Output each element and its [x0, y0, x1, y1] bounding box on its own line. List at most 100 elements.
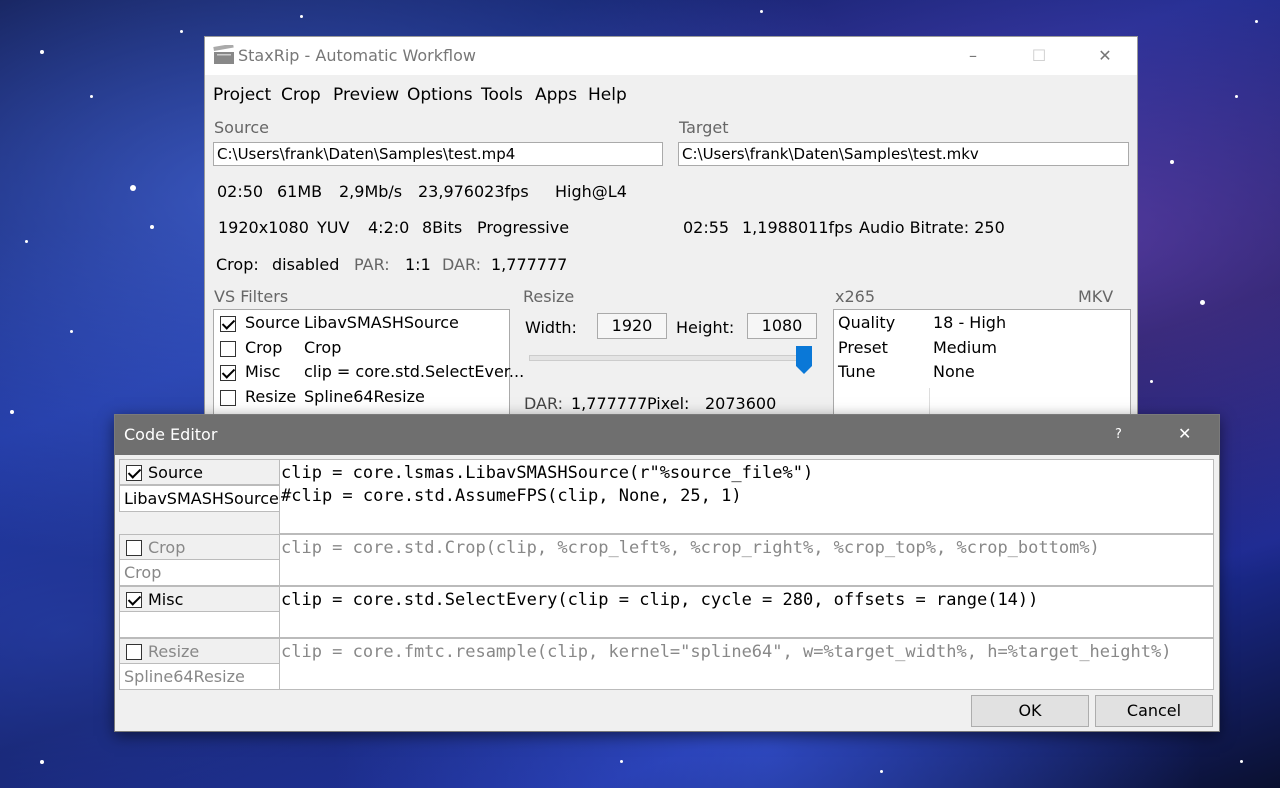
menu-tools[interactable]: Tools — [481, 85, 523, 105]
resize-slider-thumb[interactable] — [796, 346, 812, 374]
filter-subname-misc[interactable] — [119, 611, 280, 638]
height-label: Height: — [676, 318, 735, 337]
filter-row-misc[interactable]: Misc clip = core.std.SelectEver... — [214, 361, 524, 385]
height-input[interactable]: 1080 — [747, 313, 817, 339]
source-fps: 23,976023fps — [418, 182, 529, 201]
star — [25, 240, 28, 243]
code-editor-misc[interactable]: clip = core.std.SelectEvery(clip = clip,… — [279, 586, 1214, 638]
filter-header-crop[interactable]: Crop — [119, 534, 280, 560]
help-button[interactable]: ? — [1115, 427, 1122, 442]
filter-row-resize[interactable]: Resize Spline64Resize — [214, 386, 509, 410]
filter-checkbox[interactable] — [220, 316, 236, 332]
star — [70, 330, 73, 333]
filter-checkbox[interactable] — [220, 365, 236, 381]
code-editor-crop[interactable]: clip = core.std.Crop(clip, %crop_left%, … — [279, 534, 1214, 586]
source-size: 61MB — [277, 182, 323, 201]
star — [620, 760, 623, 763]
target-audio-bitrate[interactable]: Audio Bitrate: 250 — [859, 218, 1005, 237]
filter-subname-resize[interactable]: Spline64Resize — [119, 663, 280, 690]
menu-options[interactable]: Options — [407, 85, 473, 105]
title-bar[interactable]: StaxRip - Automatic Workflow – ☐ ✕ — [205, 37, 1137, 75]
container-label[interactable]: MKV — [1078, 287, 1113, 306]
encoder-label[interactable]: x265 — [835, 287, 875, 306]
menu-crop[interactable]: Crop — [281, 85, 321, 105]
target-duration: 02:55 — [683, 218, 730, 237]
star — [180, 30, 183, 33]
star — [1150, 380, 1153, 383]
filter-enabled-checkbox[interactable] — [126, 592, 142, 608]
code-editor-resize[interactable]: clip = core.fmtc.resample(clip, kernel="… — [279, 638, 1214, 690]
width-label: Width: — [525, 318, 577, 337]
source-bits: 8Bits — [422, 218, 463, 237]
option-value-preset[interactable]: Medium — [933, 338, 997, 357]
star — [1240, 760, 1243, 763]
dialog-title-bar[interactable]: Code Editor ? ✕ — [115, 415, 1219, 455]
filter-checkbox[interactable] — [220, 390, 236, 406]
source-bitrate: 2,9Mb/s — [339, 182, 403, 201]
resize-dar-label: DAR: — [524, 394, 563, 413]
dar-label: DAR: — [442, 255, 481, 274]
filter-header-source[interactable]: Source — [119, 459, 280, 485]
filter-subname: LibavSMASHSource — [124, 489, 279, 508]
option-name-preset: Preset — [838, 338, 888, 357]
filter-enabled-checkbox[interactable] — [126, 644, 142, 660]
staxrip-main-window: StaxRip - Automatic Workflow – ☐ ✕ Proje… — [204, 36, 1138, 416]
cancel-button[interactable]: Cancel — [1095, 695, 1213, 727]
resize-slider-track[interactable] — [529, 355, 811, 361]
code-editor-source[interactable]: clip = core.lsmas.LibavSMASHSource(r"%so… — [279, 459, 1214, 534]
source-scan: Progressive — [477, 218, 570, 237]
filter-value: Crop — [304, 338, 342, 357]
menu-project[interactable]: Project — [213, 85, 271, 105]
source-resolution: 1920x1080 — [218, 218, 309, 237]
filter-enabled-checkbox[interactable] — [126, 465, 142, 481]
menu-help[interactable]: Help — [588, 85, 627, 105]
maximize-button[interactable]: ☐ — [1019, 43, 1059, 69]
filter-enabled-checkbox[interactable] — [126, 540, 142, 556]
filter-row-source[interactable]: Source LibavSMASHSource — [214, 312, 509, 336]
option-value-tune[interactable]: None — [933, 362, 975, 381]
dialog-close-button[interactable]: ✕ — [1178, 424, 1191, 443]
pixel-value: 2073600 — [705, 394, 777, 413]
star — [300, 15, 303, 18]
filter-name: Source — [245, 313, 300, 332]
star — [1170, 160, 1174, 164]
filter-name: Source — [148, 463, 203, 482]
source-duration: 02:50 — [217, 182, 264, 201]
close-button[interactable]: ✕ — [1085, 43, 1125, 69]
filter-name: Misc — [148, 590, 184, 609]
filter-name: Resize — [245, 387, 297, 406]
filter-subname-crop[interactable]: Crop — [119, 559, 280, 586]
ok-button[interactable]: OK — [971, 695, 1089, 727]
resize-group-label: Resize — [523, 287, 575, 306]
encoder-options-list[interactable]: Quality 18 - High Preset Medium Tune Non… — [833, 309, 1131, 415]
minimize-button[interactable]: – — [953, 43, 993, 69]
filter-checkbox[interactable] — [220, 341, 236, 357]
source-path-field[interactable]: C:\Users\frank\Daten\Samples\test.mp4 — [213, 142, 663, 166]
filter-header-misc[interactable]: Misc — [119, 586, 280, 612]
star — [1255, 20, 1258, 23]
filter-header-resize[interactable]: Resize — [119, 638, 280, 664]
filter-row-crop[interactable]: Crop Crop — [214, 337, 509, 361]
dar-value[interactable]: 1,777777 — [491, 255, 567, 274]
star — [40, 760, 44, 764]
filter-subname-source[interactable]: LibavSMASHSource — [119, 485, 280, 512]
par-value[interactable]: 1:1 — [405, 255, 431, 274]
target-path-field[interactable]: C:\Users\frank\Daten\Samples\test.mkv — [678, 142, 1129, 166]
filter-name: Crop — [148, 538, 186, 557]
vs-filters-list[interactable]: Source LibavSMASHSource Crop Crop Misc c… — [213, 309, 524, 415]
column-divider — [929, 388, 930, 414]
menu-preview[interactable]: Preview — [333, 85, 399, 105]
source-group-label: Source — [214, 118, 269, 137]
star — [130, 185, 136, 191]
menu-apps[interactable]: Apps — [535, 85, 577, 105]
crop-value[interactable]: disabled — [272, 255, 339, 274]
width-input[interactable]: 1920 — [597, 313, 667, 339]
pixel-label: Pixel: — [647, 394, 690, 413]
filter-name: Resize — [148, 642, 200, 661]
resize-dar-value: 1,777777 — [571, 394, 648, 413]
filter-value: Spline64Resize — [304, 387, 425, 406]
option-value-quality[interactable]: 18 - High — [933, 313, 1006, 332]
source-chroma: 4:2:0 — [368, 218, 410, 237]
filter-value: LibavSMASHSource — [304, 313, 459, 332]
dialog-title: Code Editor — [124, 425, 218, 444]
